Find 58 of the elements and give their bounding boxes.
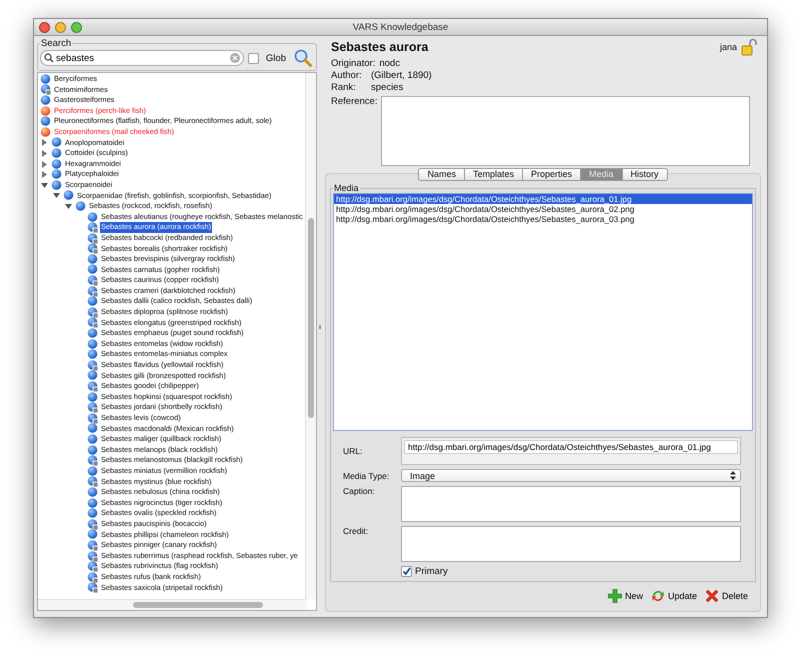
- minimize-button[interactable]: [55, 22, 66, 32]
- search-icon[interactable]: [294, 49, 312, 67]
- group-label: Search: [40, 38, 72, 49]
- field-label: Originator:: [331, 58, 376, 69]
- search-input[interactable]: sebastes: [56, 52, 228, 64]
- reference-field[interactable]: [381, 96, 750, 166]
- expander-icon[interactable]: [40, 148, 49, 158]
- field-label: Rank:: [331, 82, 357, 93]
- field-label: Media Type:: [343, 470, 390, 480]
- field-value: nodc: [379, 58, 400, 69]
- plus-icon: [608, 589, 622, 603]
- field-value: (Gilbert, 1890): [371, 70, 432, 81]
- primary-checkbox[interactable]: [401, 566, 412, 577]
- delete-button[interactable]: Delete: [704, 589, 748, 603]
- glob-checkbox[interactable]: [248, 52, 259, 64]
- expander-icon[interactable]: [40, 138, 49, 148]
- search-field[interactable]: sebastes: [40, 50, 244, 66]
- field-label: URL:: [343, 446, 364, 456]
- expander-icon[interactable]: [40, 180, 49, 190]
- vertical-scrollbar[interactable]: [305, 73, 316, 600]
- expander-icon[interactable]: [52, 191, 61, 200]
- expander-icon[interactable]: [40, 160, 49, 169]
- field-label: Author:: [331, 70, 363, 81]
- new-button[interactable]: New: [608, 589, 643, 603]
- user-name: jana: [720, 42, 737, 52]
- updown-icon: [730, 471, 736, 480]
- update-button[interactable]: Update: [650, 589, 697, 603]
- splitter-handle[interactable]: [319, 324, 321, 328]
- concept-title: Sebastes aurora: [331, 40, 430, 54]
- caption-field[interactable]: [401, 486, 741, 522]
- media-url-item[interactable]: http://dsg.mbari.org/images/dsg/Chordata/Osteichthyes/Sebastes_aurora_03.png: [334, 214, 752, 224]
- refresh-icon: [650, 589, 665, 603]
- close-button[interactable]: [39, 22, 50, 32]
- field-label: Reference:: [331, 96, 378, 109]
- checkbox-label: Primary: [415, 566, 448, 577]
- field-label: Credit:: [343, 526, 370, 536]
- field-value: species: [371, 82, 404, 93]
- search-icon: [44, 53, 54, 63]
- tab[interactable]: Properties: [522, 168, 582, 181]
- checkbox-label: Glob: [266, 52, 286, 64]
- credit-field[interactable]: [401, 526, 741, 562]
- tab[interactable]: Templates: [464, 168, 523, 181]
- x-icon: [704, 589, 719, 603]
- field-label: Caption:: [343, 486, 376, 496]
- lock-icon[interactable]: [741, 38, 757, 56]
- group-label: Media: [333, 183, 360, 193]
- expander-icon[interactable]: [64, 202, 73, 211]
- zoom-button[interactable]: [71, 22, 82, 32]
- expander-icon[interactable]: [40, 170, 49, 180]
- url-field[interactable]: http://dsg.mbari.org/images/dsg/Chordata/Osteichthyes/Sebastes_aurora_01.jpg: [404, 440, 738, 454]
- horizontal-scrollbar[interactable]: [38, 599, 306, 610]
- tab[interactable]: History: [622, 168, 668, 181]
- media-type-dropdown[interactable]: Image: [401, 469, 741, 482]
- media-url-item[interactable]: http://dsg.mbari.org/images/dsg/Chordata/Osteichthyes/Sebastes_aurora_01.jpg: [334, 194, 752, 204]
- window-title: VARS Knowledgebase: [352, 22, 448, 32]
- media-url-item[interactable]: http://dsg.mbari.org/images/dsg/Chordata/Osteichthyes/Sebastes_aurora_02.png: [334, 204, 752, 214]
- clear-icon[interactable]: [230, 53, 240, 63]
- tab[interactable]: Names: [418, 168, 465, 181]
